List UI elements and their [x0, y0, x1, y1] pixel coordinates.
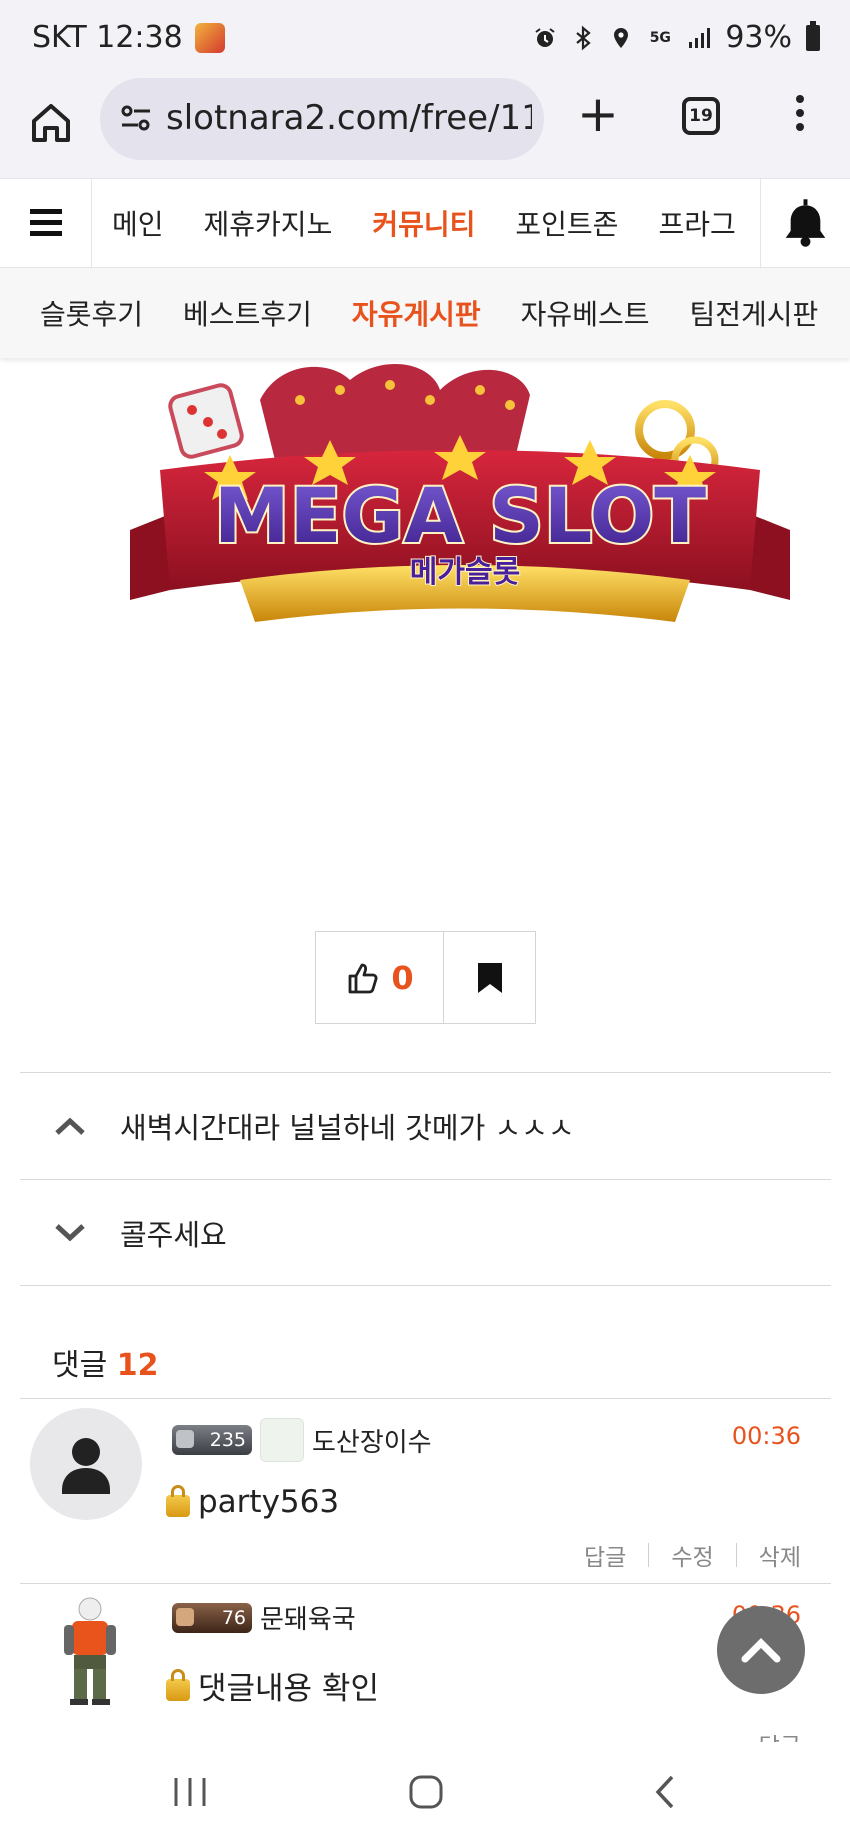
- edit-button[interactable]: 수정: [671, 1538, 713, 1572]
- carrier-time: SKT 12:38: [32, 20, 183, 55]
- prev-post-title[interactable]: 새벽시간대라 널널하네 갓메가 ㅅㅅㅅ: [120, 1105, 575, 1147]
- site-settings-icon[interactable]: [118, 100, 154, 136]
- network-type-icon: 5G: [649, 29, 671, 46]
- system-navigation-bar: [0, 1742, 850, 1842]
- chevron-up-icon: [741, 1638, 781, 1663]
- browser-menu-button[interactable]: [796, 95, 804, 135]
- prev-post-link[interactable]: 새벽시간대라 널널하네 갓메가 ㅅㅅㅅ: [20, 1072, 831, 1179]
- home-nav-icon[interactable]: [408, 1774, 444, 1810]
- nav-item-partner-casino[interactable]: 제휴카지노: [184, 203, 353, 243]
- sub-item-free-board[interactable]: 자유게시판: [332, 293, 501, 333]
- like-count: 0: [391, 958, 414, 997]
- mega-slot-logo: MEGA SLOT 메가슬롯: [130, 363, 790, 622]
- new-tab-button[interactable]: +: [575, 89, 621, 139]
- comment-body: 댓글내용 확인: [166, 1663, 379, 1708]
- comments-header: 댓글 12: [52, 1340, 159, 1384]
- status-right: 5G 93%: [533, 20, 820, 55]
- board-sub-nav: 슬롯후기 베스트후기 자유게시판 자유베스트 팀전게시판: [0, 268, 850, 358]
- comment-item: 76 문돼육국 00:36 댓글내용 확인 답글: [20, 1585, 831, 1760]
- comment-meta: 235 도산장이수: [172, 1418, 432, 1462]
- avatar[interactable]: [30, 1408, 142, 1520]
- like-button[interactable]: 0: [316, 932, 444, 1023]
- sub-item-slot-review[interactable]: 슬롯후기: [0, 293, 163, 333]
- sub-item-best-review[interactable]: 베스트후기: [163, 293, 332, 333]
- level-badge: 235: [172, 1425, 252, 1455]
- banner-subtitle: 메가슬롯: [410, 555, 520, 590]
- user-badge-icon: [260, 1418, 304, 1462]
- notification-app-icon: [194, 22, 225, 53]
- avatar[interactable]: [50, 1595, 130, 1707]
- comment-nickname[interactable]: 문돼육국: [260, 1599, 356, 1636]
- next-post-title[interactable]: 콜주세요: [120, 1212, 227, 1254]
- nav-item-point-zone[interactable]: 포인트존: [495, 203, 638, 243]
- thumbs-up-icon: [348, 963, 378, 993]
- chevron-up-icon: [55, 1117, 85, 1135]
- nav-item-pragmatic[interactable]: 프라그: [638, 203, 755, 243]
- bookmark-icon: [477, 962, 502, 993]
- status-left: SKT 12:38: [32, 20, 225, 55]
- bookmark-button[interactable]: [444, 932, 535, 1023]
- home-icon[interactable]: [26, 98, 76, 148]
- divider: [20, 1285, 831, 1286]
- comment-body: party563: [166, 1484, 339, 1520]
- scroll-top-button[interactable]: [717, 1606, 805, 1694]
- comment-item: 235 도산장이수 00:36 party563 답글 수정 삭제: [20, 1398, 831, 1584]
- browser-toolbar: slotnara2.com/free/11 + 19: [0, 78, 850, 178]
- post-action-box: 0: [315, 931, 536, 1024]
- level-badge: 76: [172, 1602, 252, 1633]
- chevron-down-icon: [55, 1224, 85, 1242]
- delete-button[interactable]: 삭제: [759, 1538, 801, 1572]
- battery-percent: 93%: [725, 20, 792, 55]
- bell-icon[interactable]: [760, 179, 850, 267]
- status-bar: SKT 12:38 5G 93%: [0, 0, 850, 78]
- comments-count: 12: [116, 1348, 159, 1383]
- lock-icon: [166, 1485, 190, 1517]
- next-post-link[interactable]: 콜주세요: [20, 1179, 831, 1286]
- banner-title: MEGA SLOT: [214, 471, 706, 560]
- sub-item-free-best[interactable]: 자유베스트: [501, 293, 670, 333]
- comment-text: 댓글내용 확인: [198, 1671, 379, 1707]
- recent-apps-icon[interactable]: [170, 1775, 210, 1809]
- nav-item-main[interactable]: 메인: [92, 203, 184, 243]
- nav-item-community[interactable]: 커뮤니티: [352, 203, 495, 243]
- signal-icon: [689, 27, 711, 48]
- comment-actions: 답글 수정 삭제: [584, 1538, 801, 1572]
- location-icon: [614, 27, 629, 48]
- alarm-icon: [535, 27, 555, 47]
- comment-text: party563: [198, 1484, 340, 1520]
- battery-icon: [806, 20, 820, 51]
- back-icon[interactable]: [652, 1774, 678, 1810]
- tab-switcher-button[interactable]: 19: [682, 97, 720, 135]
- lock-icon: [166, 1668, 190, 1701]
- hamburger-menu-icon[interactable]: [0, 179, 92, 267]
- url-text[interactable]: slotnara2.com/free/11: [166, 98, 532, 138]
- main-nav-items: 메인 제휴카지노 커뮤니티 포인트존 프라그: [92, 179, 756, 267]
- bluetooth-icon: [576, 25, 592, 50]
- comment-nickname[interactable]: 도산장이수: [312, 1422, 432, 1459]
- address-bar[interactable]: slotnara2.com/free/11: [100, 78, 544, 160]
- comment-meta: 76 문돼육국: [172, 1599, 356, 1636]
- default-user-icon: [62, 1438, 110, 1494]
- reply-button[interactable]: 답글: [584, 1538, 626, 1572]
- sub-item-team-board[interactable]: 팀전게시판: [669, 293, 838, 333]
- comments-label: 댓글: [52, 1348, 108, 1383]
- comment-time: 00:36: [731, 1422, 801, 1450]
- site-main-nav: 메인 제휴카지노 커뮤니티 포인트존 프라그: [0, 178, 850, 268]
